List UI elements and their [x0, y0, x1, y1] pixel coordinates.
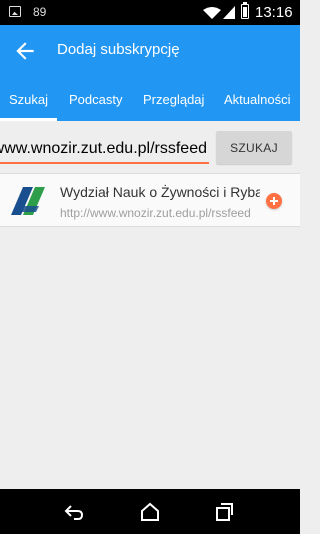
image-icon	[9, 6, 21, 17]
tab-bar: Szukaj Podcasty Przeglądaj Aktualności	[0, 77, 300, 121]
list-item[interactable]: Wydział Nauk o Żywności i Rybactwa http:…	[0, 173, 300, 227]
result-url: http://www.wnozir.zut.edu.pl/rssfeed	[60, 206, 251, 220]
battery-icon	[241, 2, 249, 19]
recents-icon[interactable]	[212, 500, 236, 524]
tab-szukaj[interactable]: Szukaj	[9, 92, 48, 107]
navigation-bar	[0, 489, 300, 534]
back-icon[interactable]	[62, 500, 86, 524]
search-input[interactable]	[0, 136, 209, 164]
tab-przegladaj[interactable]: Przeglądaj	[143, 92, 204, 107]
tab-aktualnosci[interactable]: Aktualności	[224, 92, 290, 107]
add-circle-icon[interactable]	[266, 193, 282, 209]
arrow-back-icon[interactable]	[12, 38, 38, 64]
notification-count: 89	[33, 5, 47, 19]
tab-podcasty[interactable]: Podcasty	[69, 92, 122, 107]
wifi-icon	[203, 7, 221, 19]
signal-icon	[223, 6, 235, 19]
feed-logo-icon	[11, 187, 45, 215]
search-row: SZUKAJ	[0, 121, 300, 173]
home-icon[interactable]	[138, 500, 162, 524]
search-button[interactable]: SZUKAJ	[216, 131, 292, 164]
page-title: Dodaj subskrypcję	[57, 41, 180, 58]
clock: 13:16	[255, 4, 293, 21]
app-bar: Dodaj subskrypcję	[0, 25, 300, 77]
status-bar: 89 13:16	[0, 0, 300, 25]
result-title: Wydział Nauk o Żywności i Rybactwa	[60, 184, 260, 200]
